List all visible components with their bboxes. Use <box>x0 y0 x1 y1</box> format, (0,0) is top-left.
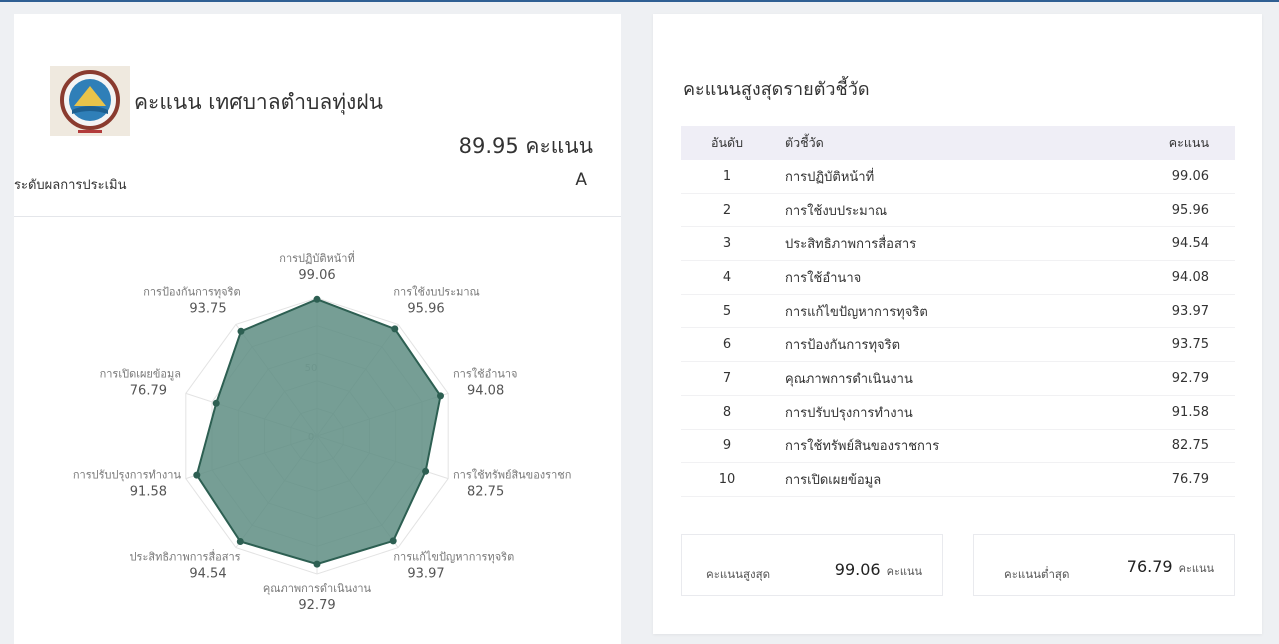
score-cell: 99.06 <box>1171 168 1209 184</box>
radar-axis-label: ประสิทธิภาพการสื่อสาร <box>130 549 241 564</box>
radar-axis-label: การใช้อำนาจ <box>453 367 518 380</box>
radar-data-point <box>437 392 444 400</box>
indicator-cell: การปรับปรุงการทำงาน <box>785 405 913 421</box>
municipality-logo <box>50 66 130 136</box>
radar-value-label: 76.79 <box>130 383 167 398</box>
min-score-number: 76.79 <box>1126 557 1173 576</box>
radar-value-label: 93.75 <box>189 301 226 316</box>
assessment-level-label: ระดับผลการประเมิน <box>14 178 127 193</box>
table-row: 6 การป้องกันการทุจริต 93.75 <box>681 328 1235 363</box>
radar-data-point <box>236 538 244 545</box>
top-accent-border <box>0 0 1279 2</box>
min-score-card: คะแนนต่ำสุด 76.79 คะแนน <box>973 534 1235 596</box>
total-score: 89.95 คะแนน <box>458 134 593 158</box>
score-cell: 95.96 <box>1171 202 1209 218</box>
rank-cell: 7 <box>722 370 732 386</box>
radar-value-label: 91.58 <box>130 485 167 500</box>
score-cell: 91.58 <box>1171 404 1209 420</box>
radar-data-point <box>212 399 220 407</box>
min-score-unit: คะแนน <box>1178 562 1214 575</box>
section-divider <box>14 216 621 217</box>
rank-cell: 9 <box>722 438 732 454</box>
max-score-unit: คะแนน <box>886 565 922 578</box>
header-score: คะแนน <box>1168 135 1209 150</box>
header-indicator: ตัวชี้วัด <box>785 135 824 150</box>
indicator-cell: การใช้อำนาจ <box>785 270 862 286</box>
radar-axis-label: การใช้ทรัพย์สินของราชก <box>453 469 571 482</box>
radar-data-point <box>391 325 399 333</box>
indicator-cell: การป้องกันการทุจริต <box>785 338 901 354</box>
max-score-number: 99.06 <box>834 560 881 579</box>
score-cell: 94.08 <box>1171 269 1209 285</box>
score-cell: 93.97 <box>1171 303 1209 319</box>
table-row: 4 การใช้อำนาจ 94.08 <box>681 261 1235 295</box>
score-summary-panel: คะแนน เทศบาลตำบลทุ่งฝน 89.95 คะแนน ระดับ… <box>14 14 621 644</box>
indicator-cell: การใช้งบประมาณ <box>785 203 888 219</box>
rank-cell: 8 <box>722 404 732 420</box>
radar-axis-label: การแก้ไขปัญหาการทุจริต <box>393 551 514 564</box>
table-row: 2 การใช้งบประมาณ 95.96 <box>681 194 1235 228</box>
indicator-cell: การใช้ทรัพย์สินของราชการ <box>785 439 940 455</box>
table-row: 10 การเปิดเผยข้อมูล 76.79 <box>681 463 1235 497</box>
radar-axis-label: การเปิดเผยข้อมูล <box>100 367 181 380</box>
radar-data-point <box>313 560 321 568</box>
max-score-label: คะแนนสูงสุด <box>706 567 771 581</box>
indicator-cell: ประสิทธิภาพการสื่อสาร <box>785 237 917 253</box>
indicator-cell: การแก้ไขปัญหาการทุจริต <box>785 304 928 320</box>
score-cell: 93.75 <box>1171 337 1209 353</box>
rank-cell: 4 <box>722 269 732 285</box>
max-score-card: คะแนนสูงสุด 99.06 คะแนน <box>681 534 943 596</box>
organization-score-title: คะแนน เทศบาลตำบลทุ่งฝน <box>134 90 383 114</box>
radar-value-label: 95.96 <box>407 301 444 316</box>
radar-value-label: 93.97 <box>407 567 444 582</box>
rank-cell: 10 <box>718 472 736 488</box>
radar-axis-label: การป้องกันการทุจริต <box>143 285 240 298</box>
min-score-label: คะแนนต่ำสุด <box>1004 567 1070 581</box>
rank-cell: 2 <box>722 202 732 218</box>
score-cell: 82.75 <box>1171 438 1209 454</box>
radar-value-label: 94.08 <box>467 383 504 398</box>
radar-axis-label: การใช้งบประมาณ <box>393 285 479 298</box>
max-score-value: 99.06 คะแนน <box>835 560 922 580</box>
radar-data-point <box>422 467 430 475</box>
radar-series-area <box>195 298 442 566</box>
score-cell: 94.54 <box>1171 236 1209 252</box>
radar-data-point <box>313 295 321 303</box>
radar-axis-label: คุณภาพการดำเนินงาน <box>263 582 372 595</box>
score-cell: 76.79 <box>1171 472 1209 488</box>
indicator-cell: การเปิดเผยข้อมูล <box>785 473 882 489</box>
indicator-ranking-panel: คะแนนสูงสุดรายตัวชี้วัด อันดับ ตัวชี้วัด… <box>653 14 1262 634</box>
indicator-cell: คุณภาพการดำเนินงาน <box>785 371 913 387</box>
radar-data-point <box>389 537 397 545</box>
rank-cell: 5 <box>722 303 732 319</box>
table-header: อันดับ ตัวชี้วัด คะแนน <box>681 126 1235 160</box>
ranking-title: คะแนนสูงสุดรายตัวชี้วัด <box>683 79 870 100</box>
min-score-value: 76.79 คะแนน <box>1127 557 1214 577</box>
radar-value-label: 94.54 <box>189 567 226 582</box>
rank-cell: 3 <box>722 236 732 252</box>
rank-cell: 1 <box>722 168 732 184</box>
score-cell: 92.79 <box>1171 370 1209 386</box>
indicator-cell: การปฏิบัติหน้าที่ <box>785 169 875 185</box>
radar-value-label: 99.06 <box>298 268 335 283</box>
header-rank: อันดับ <box>710 135 744 150</box>
radar-data-point <box>237 327 245 335</box>
table-row: 5 การแก้ไขปัญหาการทุจริต 93.97 <box>681 295 1235 329</box>
radar-data-point <box>193 471 201 479</box>
assessment-level-value: A <box>575 170 587 190</box>
table-row: 7 คุณภาพการดำเนินงาน 92.79 <box>681 362 1235 396</box>
table-row: 3 ประสิทธิภาพการสื่อสาร 94.54 <box>681 227 1235 262</box>
radar-axis-label: การปรับปรุงการทำงาน <box>73 469 182 482</box>
table-row: 1 การปฏิบัติหน้าที่ 99.06 <box>681 160 1235 194</box>
radar-value-label: 82.75 <box>467 485 504 500</box>
radar-value-label: 92.79 <box>298 598 335 613</box>
ranking-table: อันดับ ตัวชี้วัด คะแนน 1 การปฏิบัติหน้าที… <box>681 126 1235 497</box>
table-body: 1 การปฏิบัติหน้าที่ 99.06 2 การใช้งบประมาณ 95… <box>681 160 1235 497</box>
rank-cell: 6 <box>722 337 732 353</box>
radar-chart: 050การปฏิบัติหน้าที่99.06การใช้งบประมาณ9… <box>73 250 572 613</box>
table-row: 9 การใช้ทรัพย์สินของราชการ 82.75 <box>681 430 1235 464</box>
radar-axis-label: การปฏิบัติหน้าที่ <box>279 250 354 265</box>
table-row: 8 การปรับปรุงการทำงาน 91.58 <box>681 396 1235 430</box>
